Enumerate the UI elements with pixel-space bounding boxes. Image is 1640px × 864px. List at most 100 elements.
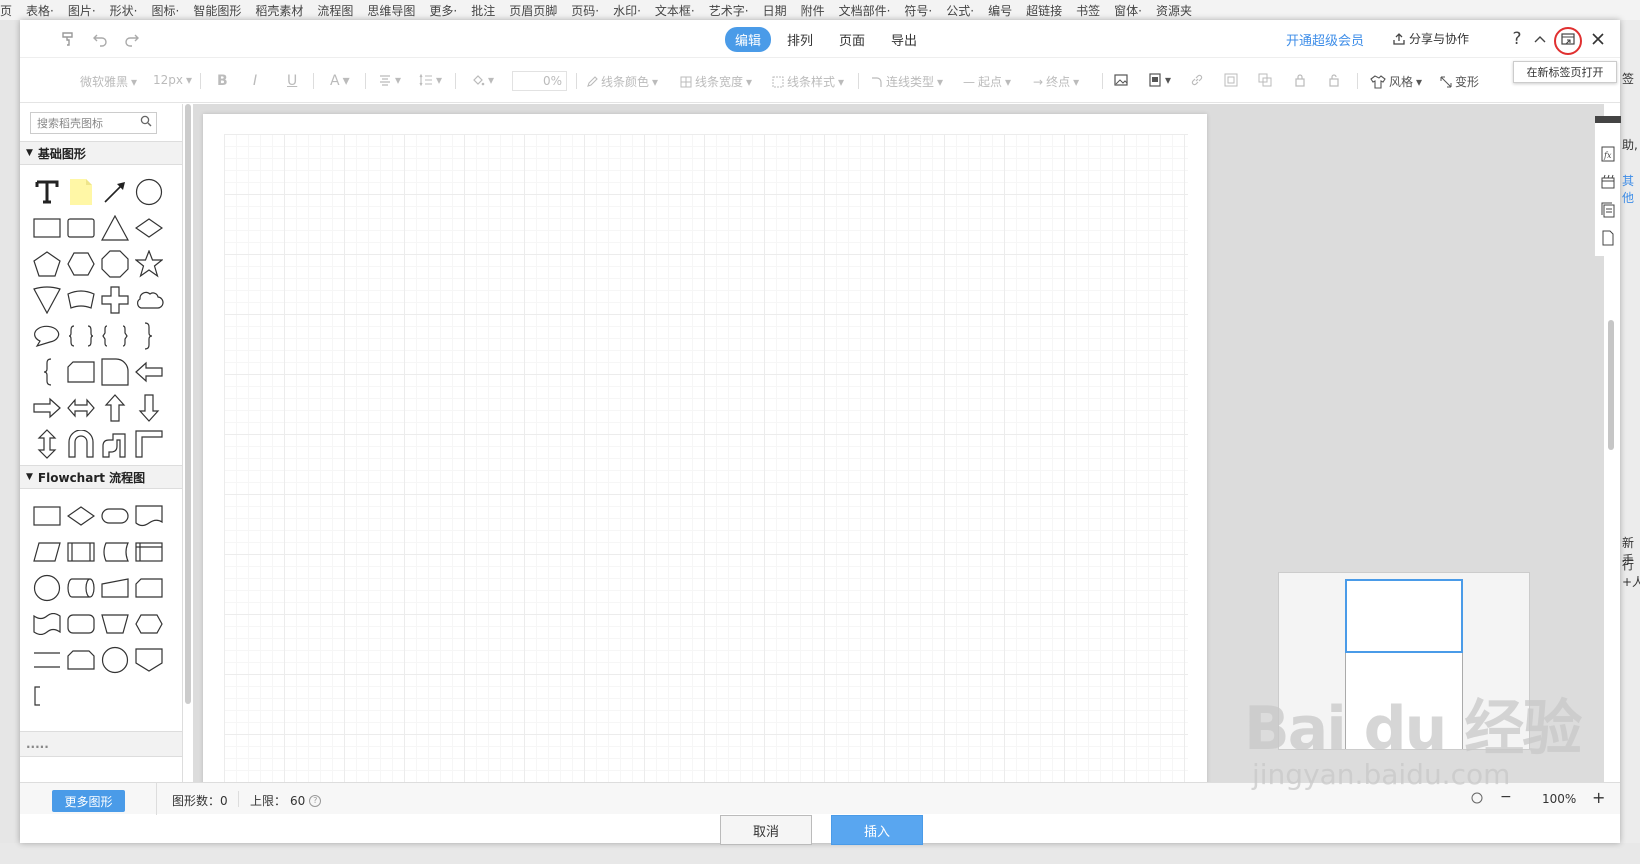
help-icon[interactable]: ? [1505, 28, 1529, 50]
style-button[interactable]: 风格 ▾ [1370, 73, 1422, 90]
ribbon-item[interactable]: 水印· [613, 2, 641, 19]
corner-shape[interactable] [132, 426, 166, 462]
tab-page[interactable]: 页面 [829, 27, 875, 52]
ribbon-item[interactable]: 流程图 [317, 2, 353, 19]
hexagon-shape[interactable] [64, 246, 98, 282]
blank-page-icon[interactable] [1600, 230, 1616, 246]
more-shapes-button[interactable]: 更多图形 [52, 790, 125, 812]
inverted-triangle-shape[interactable] [30, 282, 64, 318]
note-shape[interactable] [64, 174, 98, 210]
manual-input-shape[interactable] [98, 570, 132, 606]
bold-button[interactable]: B [217, 73, 228, 89]
punched-tape-shape[interactable] [30, 606, 64, 642]
minimap[interactable] [1278, 572, 1530, 750]
ribbon-item[interactable]: 页码· [571, 2, 599, 19]
video-icon[interactable] [1600, 174, 1616, 190]
braces-shape[interactable] [64, 318, 98, 354]
format-painter-icon[interactable] [56, 28, 80, 50]
internal-storage-shape[interactable] [132, 534, 166, 570]
link-icon[interactable] [1190, 73, 1204, 87]
ribbon-item[interactable]: 智能图形 [193, 2, 241, 19]
snipped-rectangle-shape[interactable] [64, 354, 98, 390]
up-arrow-shape[interactable] [98, 390, 132, 426]
collapse-icon[interactable] [1528, 28, 1552, 50]
connector-shape[interactable] [30, 570, 64, 606]
ribbon-item[interactable]: 思维导图 [367, 2, 415, 19]
undo-icon[interactable] [88, 28, 112, 50]
decision-shape[interactable] [64, 498, 98, 534]
canvas-page[interactable] [203, 114, 1207, 782]
ungroup-icon[interactable] [1258, 73, 1272, 87]
double-arrow-shape[interactable] [64, 390, 98, 426]
predefined-process-shape[interactable] [64, 534, 98, 570]
ribbon-item[interactable]: 图片· [68, 2, 96, 19]
formula-icon[interactable]: fx [1600, 146, 1616, 162]
group-icon[interactable] [1224, 73, 1238, 87]
ribbon-item[interactable]: 文本框· [655, 2, 695, 19]
zoom-out-button[interactable]: − [1500, 789, 1512, 805]
ribbon-item[interactable]: 更多· [429, 2, 457, 19]
fit-page-icon[interactable] [1470, 791, 1484, 805]
ribbon-item[interactable]: 符号· [904, 2, 932, 19]
share-button[interactable]: 分享与协作 [1392, 30, 1469, 47]
data-shape[interactable] [30, 534, 64, 570]
font-color-button[interactable]: A ▾ [330, 73, 350, 89]
vip-link[interactable]: 开通超级会员 [1286, 30, 1364, 49]
section-basic-shapes[interactable]: ▼ 基础图形 [20, 141, 182, 165]
ribbon-item[interactable]: 文档部件· [839, 2, 891, 19]
info-icon[interactable]: ? [309, 794, 322, 807]
cancel-button[interactable]: 取消 [720, 815, 812, 845]
ribbon-item[interactable]: 窗体· [1114, 2, 1142, 19]
manual-operation-shape[interactable] [98, 606, 132, 642]
ribbon-item[interactable]: 表格· [26, 2, 54, 19]
wave-banner-shape[interactable] [64, 282, 98, 318]
close-icon[interactable] [1586, 28, 1610, 50]
font-select[interactable]: 微软雅黑 ▾ [80, 73, 137, 90]
ribbon-item[interactable]: 页 [0, 2, 12, 19]
canvas-scrollbar[interactable] [1608, 320, 1614, 450]
lock-icon[interactable] [1293, 73, 1307, 87]
size-select[interactable]: 12px ▾ [153, 73, 192, 87]
align-button[interactable]: ▾ [378, 73, 401, 87]
ribbon-item[interactable]: 艺术字· [709, 2, 749, 19]
ribbon-item[interactable]: 书签 [1076, 2, 1100, 19]
up-down-arrow-shape[interactable] [30, 426, 64, 462]
diamond-shape[interactable] [132, 210, 166, 246]
ribbon-item[interactable]: 形状· [110, 2, 138, 19]
rounded-process-shape[interactable] [64, 606, 98, 642]
preparation-shape[interactable] [132, 606, 166, 642]
tab-edit[interactable]: 编辑 [725, 27, 772, 52]
cloud-shape[interactable] [132, 282, 166, 318]
connector-type-button[interactable]: 连线类型 ▾ [871, 73, 943, 90]
ribbon-item[interactable]: 公式· [946, 2, 974, 19]
stored-data-shape[interactable] [98, 534, 132, 570]
ribbon-item[interactable]: 日期 [763, 2, 787, 19]
u-turn-arrow-shape[interactable] [64, 426, 98, 462]
ribbon-item[interactable]: 图标· [152, 2, 180, 19]
card-shape[interactable] [132, 570, 166, 606]
ribbon-item[interactable]: 资源夹 [1156, 2, 1192, 19]
pentagon-shape[interactable] [30, 246, 64, 282]
terminator-shape[interactable] [98, 498, 132, 534]
redo-icon[interactable] [120, 28, 144, 50]
triangle-shape[interactable] [98, 210, 132, 246]
arrow-line-shape[interactable] [98, 174, 132, 210]
bent-u-arrow-shape[interactable] [98, 426, 132, 462]
minimap-viewport[interactable] [1345, 579, 1463, 653]
grid-paper[interactable] [224, 134, 1188, 782]
line-style-button[interactable]: 线条样式 ▾ [772, 73, 844, 90]
document-shape[interactable] [132, 498, 166, 534]
annotation-shape[interactable] [30, 678, 64, 714]
speech-bubble-shape[interactable] [30, 318, 64, 354]
ribbon-item[interactable]: 超链接 [1026, 2, 1062, 19]
italic-button[interactable]: I [253, 73, 257, 89]
star-shape[interactable] [132, 246, 166, 282]
insert-button[interactable]: 插入 [831, 815, 923, 845]
unlock-icon[interactable] [1327, 73, 1341, 87]
insert-image-icon[interactable] [1114, 73, 1128, 87]
section-flowchart[interactable]: ▼ Flowchart 流程图 [20, 465, 182, 489]
fill-color-button[interactable]: ▾ [471, 73, 494, 87]
process-shape[interactable] [30, 498, 64, 534]
direct-data-shape[interactable] [64, 570, 98, 606]
end-point-button[interactable]: → 终点 ▾ [1033, 73, 1079, 90]
